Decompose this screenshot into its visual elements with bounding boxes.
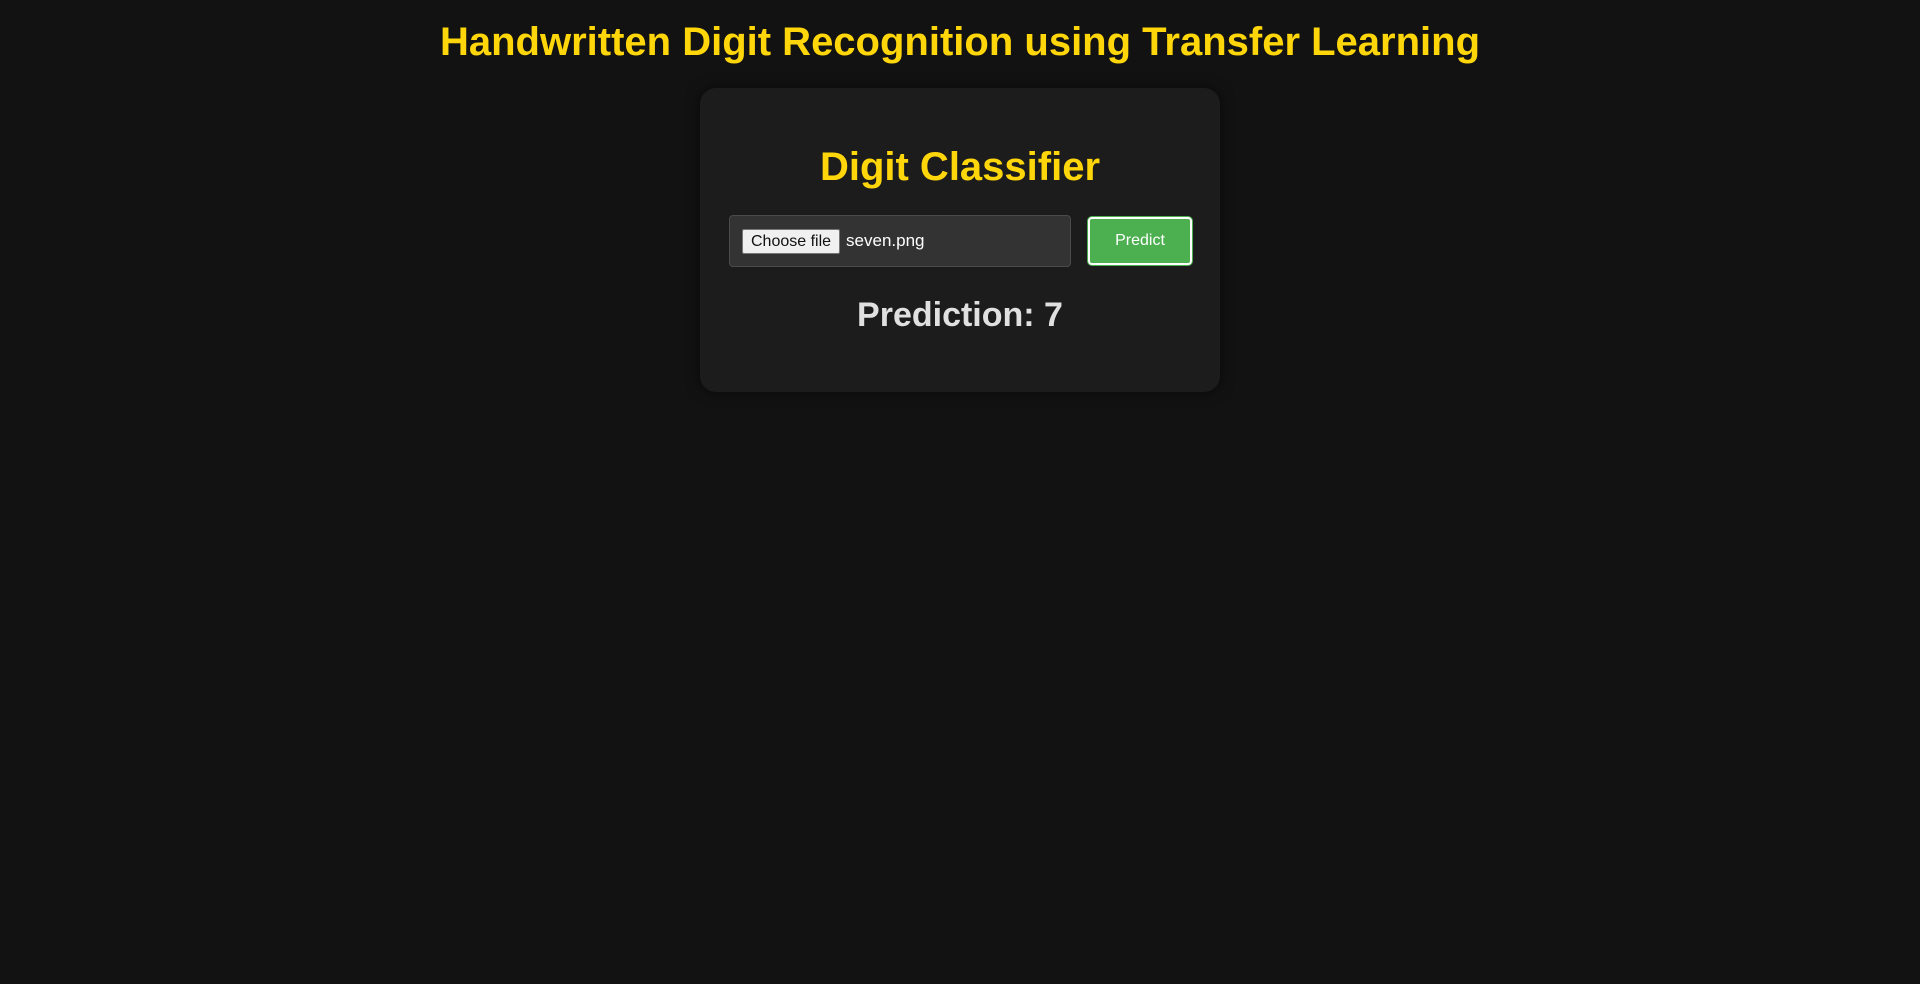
prediction-result: Prediction: 7 [857,296,1063,334]
page-title: Handwritten Digit Recognition using Tran… [439,20,1481,64]
card-title: Digit Classifier [819,145,1101,189]
choose-file-button[interactable]: Choose file [742,228,841,254]
classifier-card: Digit Classifier Choose file seven.png P… [700,88,1220,392]
file-input[interactable]: Choose file seven.png [729,215,1071,267]
predict-button[interactable]: Predict [1088,217,1192,265]
selected-file-name: seven.png [846,231,925,250]
